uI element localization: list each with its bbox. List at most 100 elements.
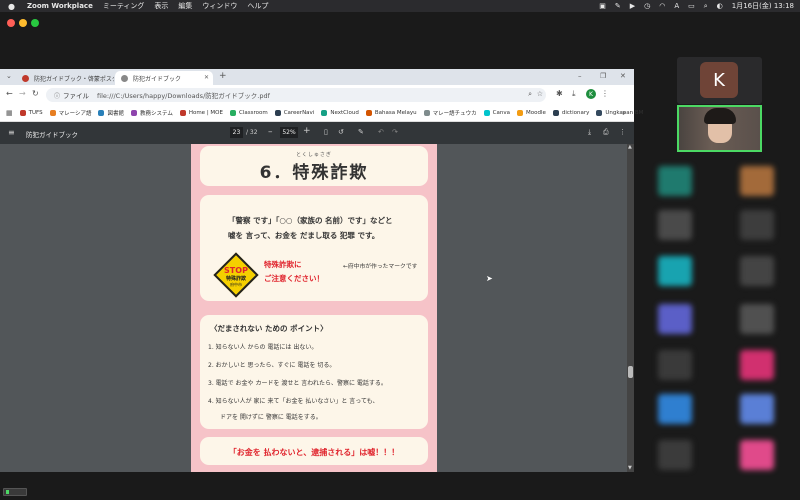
annotate-pen-icon[interactable]: ✎ bbox=[358, 128, 364, 136]
apple-menu-icon[interactable]: ● bbox=[8, 2, 15, 11]
stopwatch-icon[interactable]: ◷ bbox=[644, 2, 650, 10]
menu-view[interactable]: 表示 bbox=[154, 1, 168, 11]
points-heading: 〈だまされない ための ポイント〉 bbox=[210, 324, 328, 333]
participant-tile-k[interactable]: K bbox=[677, 57, 762, 104]
page-number-input[interactable]: 23 bbox=[230, 127, 243, 138]
pdf-favicon-icon bbox=[121, 75, 128, 82]
profile-avatar[interactable]: K bbox=[586, 89, 596, 99]
bookmark-item[interactable]: Ungkapan BM bbox=[596, 109, 643, 117]
pen-icon[interactable]: ✎ bbox=[615, 2, 621, 10]
section-heading: 6．特殊詐欺 bbox=[259, 163, 369, 183]
rotate-icon[interactable]: ↺ bbox=[338, 128, 344, 136]
bookmark-item[interactable]: Moodle bbox=[516, 109, 546, 117]
zoom-input[interactable]: 52% bbox=[280, 127, 298, 138]
zoom-window-button[interactable] bbox=[31, 19, 39, 27]
zoom-lens-icon[interactable]: ⌕ bbox=[528, 90, 532, 99]
share-indicator[interactable] bbox=[3, 488, 27, 496]
more-bookmarks-icon[interactable]: » bbox=[622, 109, 626, 117]
file-info-icon: ⓘ bbox=[54, 92, 61, 100]
spotlight-icon[interactable]: ⌕ bbox=[704, 2, 708, 11]
bookmark-item[interactable]: TUFS bbox=[19, 109, 43, 117]
new-tab-button[interactable]: + bbox=[219, 71, 227, 81]
battery-icon[interactable]: ▭ bbox=[688, 2, 695, 10]
chrome-menu-icon[interactable]: ⋮ bbox=[601, 89, 609, 98]
zoom-out-icon[interactable]: – bbox=[268, 127, 273, 137]
apps-grid-icon[interactable]: ▦ bbox=[6, 109, 13, 117]
menu-meeting[interactable]: ミーティング bbox=[103, 1, 145, 11]
playback-icon[interactable]: ▶ bbox=[630, 2, 635, 10]
address-bar[interactable]: ⓘ ファイル file:///C:/Users/happy/Downloads/… bbox=[46, 88, 546, 102]
blurred-tile bbox=[658, 304, 692, 334]
bookmark-favicon-icon bbox=[423, 110, 430, 116]
menu-datetime[interactable]: 1月16日(金) 13:18 bbox=[732, 1, 794, 11]
scroll-down-icon[interactable]: ▼ bbox=[628, 465, 632, 471]
blurred-tile bbox=[740, 304, 774, 334]
pdf-viewport[interactable]: とくしゅさぎ 6．特殊詐欺 「警察 です」「○○（家族の 名前）です」などと 嘘… bbox=[0, 144, 634, 472]
restore-browser-icon[interactable]: ❐ bbox=[600, 72, 606, 80]
pdf-print-icon[interactable]: ⎙ bbox=[603, 128, 609, 137]
reload-icon[interactable]: ↻ bbox=[32, 89, 39, 98]
bookmark-item[interactable]: Home | MOE bbox=[179, 109, 223, 117]
menu-edit[interactable]: 編集 bbox=[178, 1, 192, 11]
person-hair bbox=[704, 108, 736, 124]
back-icon[interactable]: ← bbox=[6, 89, 13, 98]
blurred-tile bbox=[658, 440, 692, 470]
bookmark-item[interactable]: Classroom bbox=[229, 109, 268, 117]
close-window-button[interactable] bbox=[7, 19, 15, 27]
blurred-tile bbox=[658, 210, 692, 240]
bookmark-item[interactable]: CareerNavi bbox=[274, 109, 314, 117]
bookmark-item[interactable]: 教務システム bbox=[130, 109, 173, 117]
undo-icon[interactable]: ↶ bbox=[378, 128, 384, 136]
pdf-download-icon[interactable]: ⤓ bbox=[588, 128, 591, 137]
bookmark-item[interactable]: 図書館 bbox=[98, 109, 124, 117]
menu-window[interactable]: ウィンドウ bbox=[202, 1, 237, 11]
forward-icon[interactable]: → bbox=[19, 89, 26, 98]
blurred-tile bbox=[740, 440, 774, 470]
redo-icon[interactable]: ↷ bbox=[392, 128, 398, 136]
blurred-tile bbox=[658, 256, 692, 286]
bottom-note: 「お金を 払わないと、逮捕される」は嘘！！！ bbox=[228, 448, 400, 457]
pdf-more-icon[interactable]: ⋮ bbox=[619, 128, 626, 136]
minimize-window-button[interactable] bbox=[19, 19, 27, 27]
point-3: 3. 電話で お金や カードを 渡せと 言われたら、警察に 電話する。 bbox=[208, 380, 387, 387]
bookmark-favicon-icon bbox=[130, 110, 137, 116]
extensions-icon[interactable]: ✱ bbox=[556, 89, 563, 98]
pdf-menu-icon[interactable]: ≡ bbox=[8, 128, 15, 137]
menu-help[interactable]: ヘルプ bbox=[247, 1, 268, 11]
close-tab-icon[interactable]: ✕ bbox=[204, 74, 209, 81]
participant-avatar: K bbox=[700, 62, 738, 98]
pdf-scrollbar[interactable]: ▲ ▼ bbox=[627, 144, 634, 472]
bookmark-item[interactable]: dictionary bbox=[552, 109, 589, 117]
bookmark-item[interactable]: NextCloud bbox=[321, 109, 359, 117]
control-center-icon[interactable]: ◐ bbox=[717, 2, 723, 10]
zoom-in-icon[interactable]: + bbox=[303, 126, 311, 136]
input-source-icon[interactable]: A bbox=[674, 2, 679, 10]
status-indicator-icon bbox=[6, 490, 9, 494]
bookmark-item[interactable]: Bahasa Melayu bbox=[365, 109, 417, 117]
tab-search-icon[interactable]: ⌄ bbox=[6, 72, 12, 80]
bookmark-label: マレーシア語 bbox=[58, 111, 92, 117]
bookmark-item[interactable]: Canva bbox=[483, 109, 510, 117]
self-video-tile[interactable] bbox=[677, 105, 762, 152]
minimize-browser-icon[interactable]: – bbox=[578, 72, 582, 80]
bookmarks-bar: ▦ TUFS マレーシア語 図書館 教務システム Home | MOE Classroom… bbox=[0, 105, 643, 122]
close-browser-icon[interactable]: ✕ bbox=[620, 72, 626, 80]
tab-guidebook[interactable]: 防犯ガイドブック ✕ bbox=[115, 71, 213, 85]
bookmark-favicon-icon bbox=[274, 110, 281, 116]
bookmark-favicon-icon bbox=[516, 110, 523, 116]
bookmark-star-icon[interactable]: ☆ bbox=[537, 90, 543, 98]
bookmark-favicon-icon bbox=[49, 110, 56, 116]
downloads-icon[interactable]: ⤓ bbox=[572, 89, 576, 99]
tab-label: 防犯ガイドブック・啓蒙ポスター・リー bbox=[34, 75, 114, 83]
zoom-status-icon[interactable]: ▣ bbox=[599, 2, 606, 10]
scrollbar-thumb[interactable] bbox=[628, 366, 633, 378]
point-2: 2. おかしいと 思ったら、すぐに 電話を 切る。 bbox=[208, 362, 336, 369]
scroll-up-icon[interactable]: ▲ bbox=[628, 144, 632, 150]
wifi-icon[interactable]: ◠ bbox=[659, 2, 665, 10]
menu-app-name[interactable]: Zoom Workplace bbox=[27, 2, 93, 10]
blurred-tile bbox=[658, 166, 692, 196]
fit-page-icon[interactable]: ▯ bbox=[324, 128, 328, 136]
tab-poster[interactable]: 防犯ガイドブック・啓蒙ポスター・リー bbox=[16, 71, 114, 85]
bookmark-item[interactable]: マレー語チュウカ bbox=[423, 109, 477, 117]
bookmark-item[interactable]: マレーシア語 bbox=[49, 109, 92, 117]
